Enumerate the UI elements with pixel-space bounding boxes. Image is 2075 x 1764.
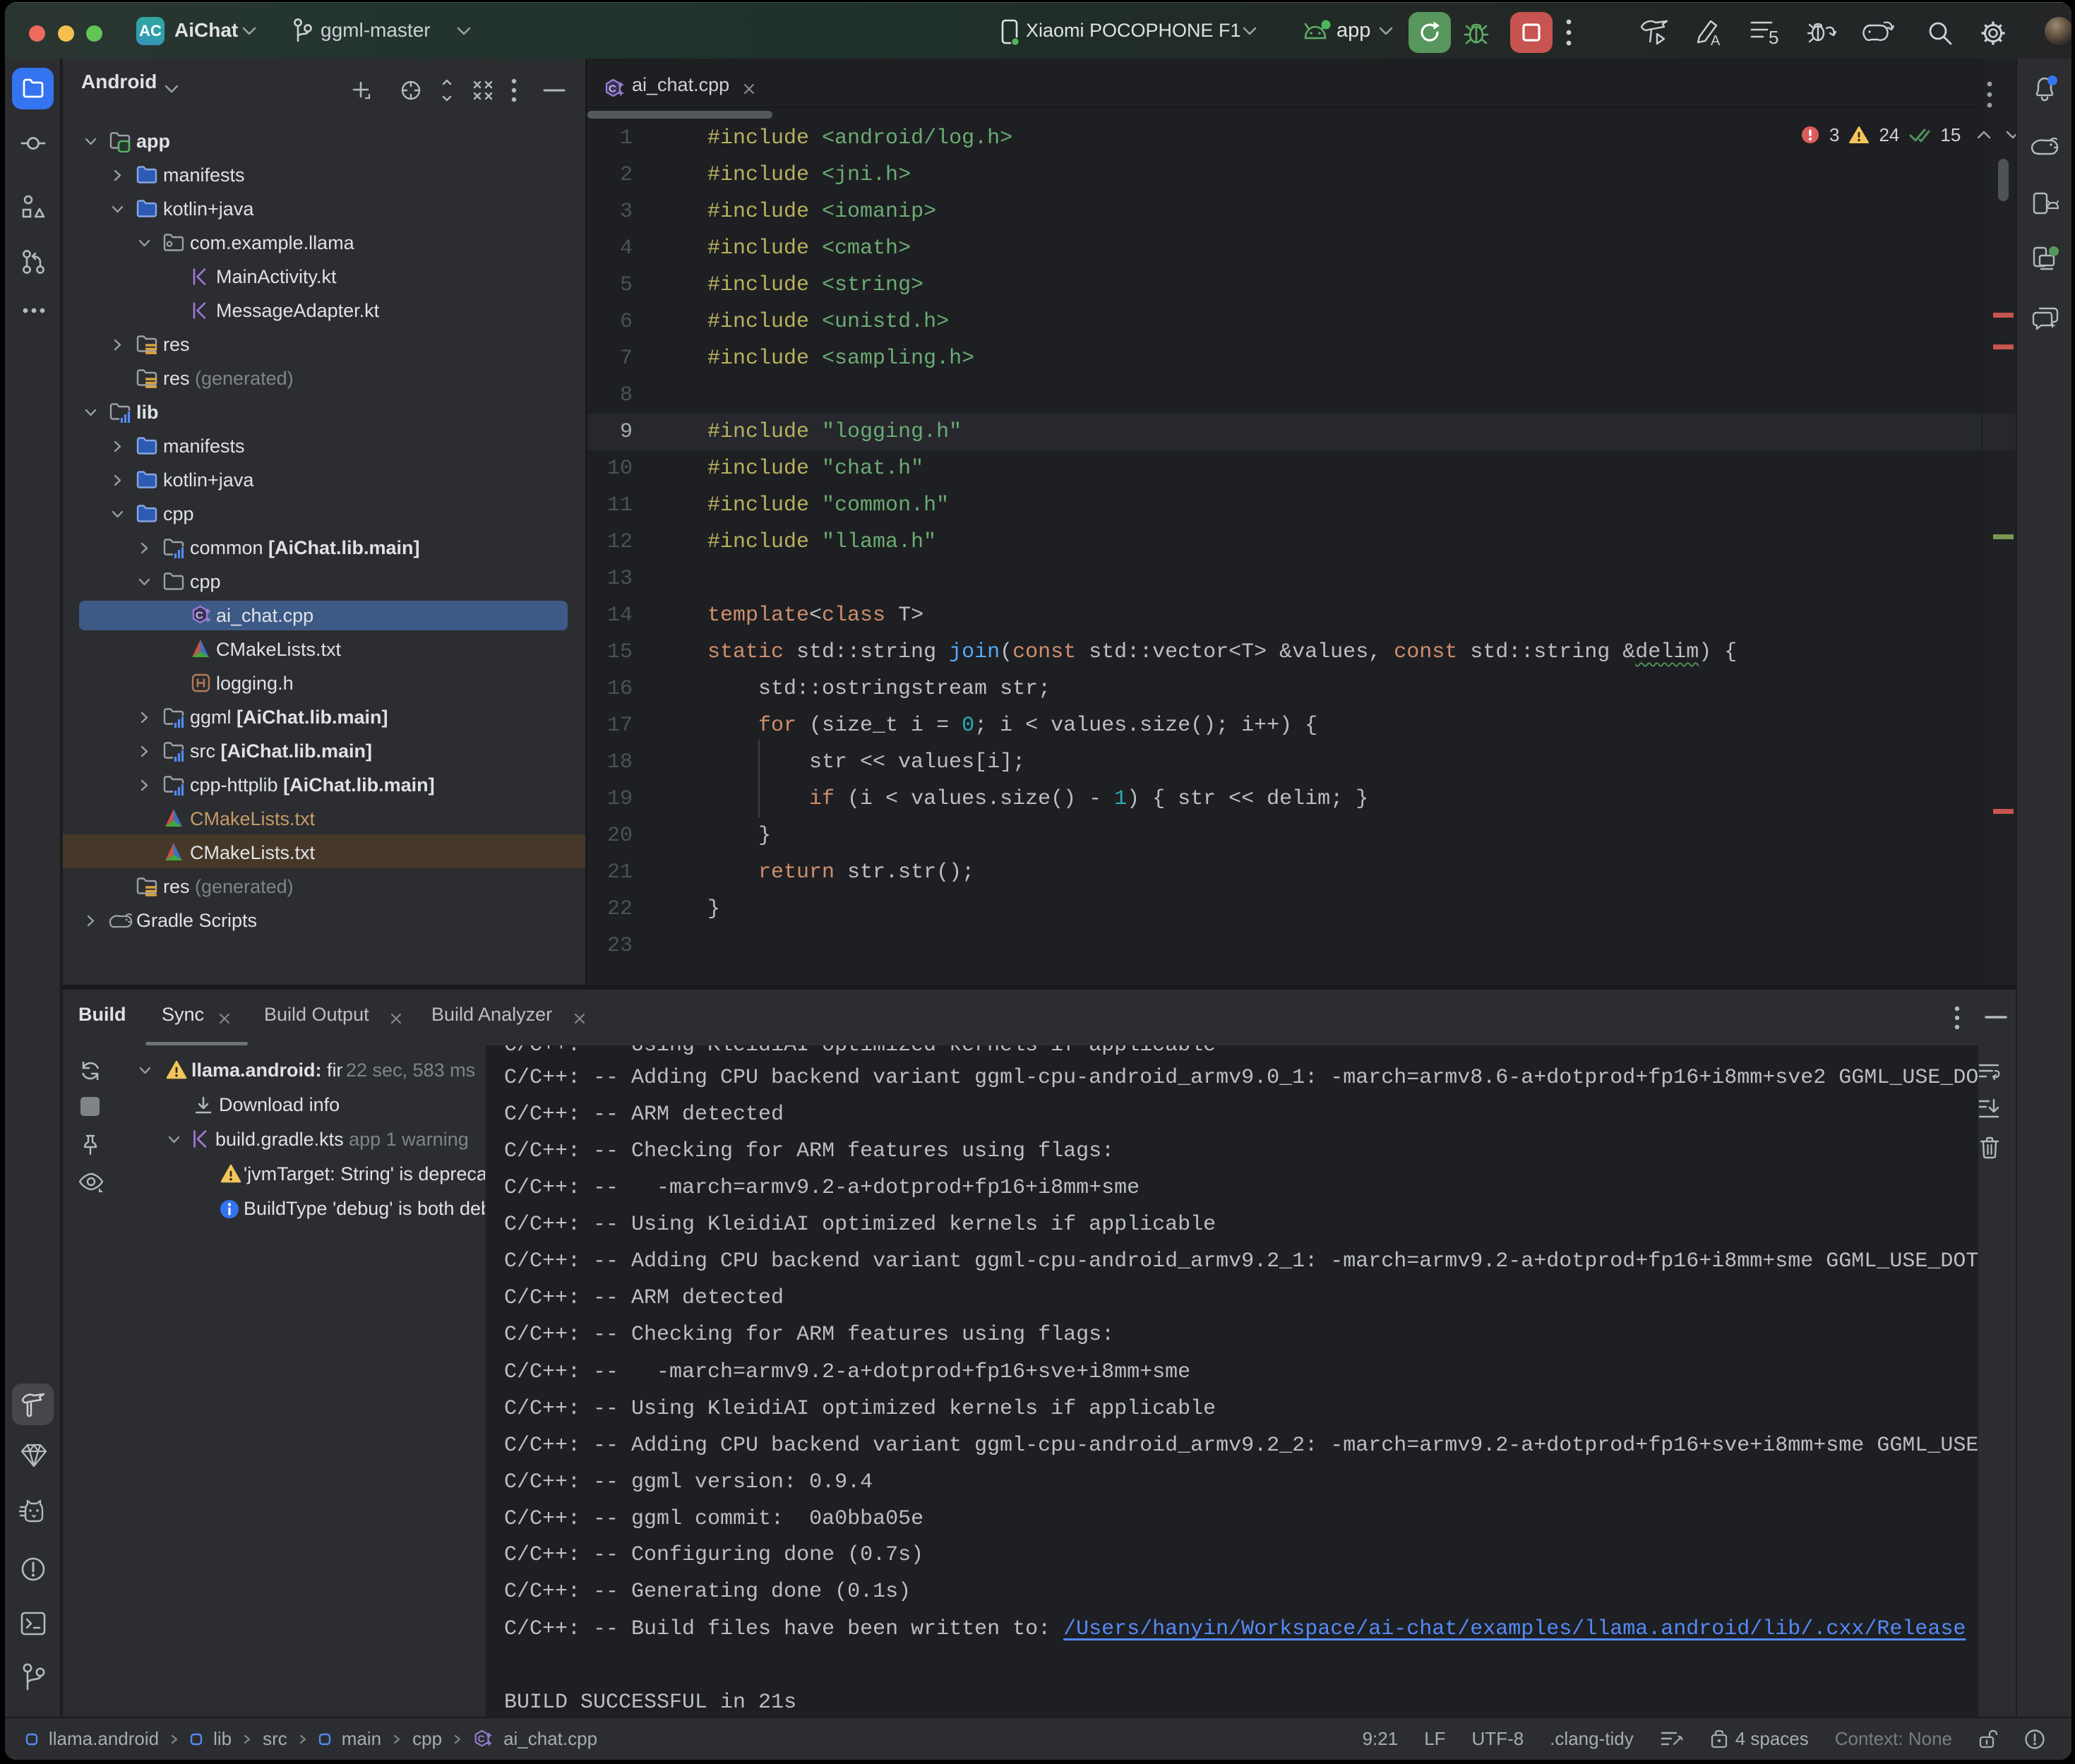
svg-text:A: A [1711, 33, 1721, 47]
svg-text:5: 5 [1769, 27, 1778, 45]
svg-text:C: C [478, 1733, 485, 1744]
svg-text:C: C [196, 610, 203, 622]
svg-text:C: C [609, 83, 616, 95]
